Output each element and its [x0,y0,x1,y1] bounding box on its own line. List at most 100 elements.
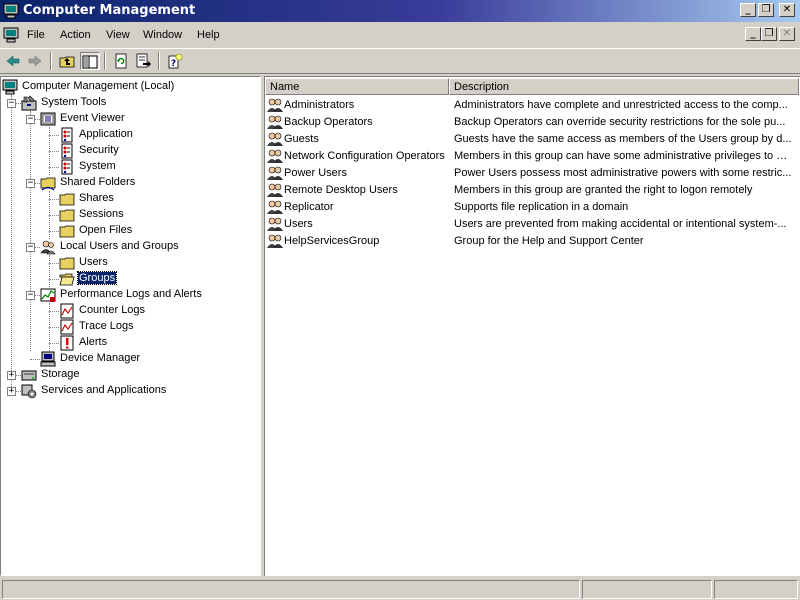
console-tree[interactable]: − − − − − + + Computer Management (Local… [0,76,261,576]
group-name: Backup Operators [284,116,373,128]
restore-button[interactable]: ❐ [758,3,774,17]
minimize-button[interactable]: _ [740,3,756,17]
chart-log-icon [60,319,74,335]
collapse-shared-folders[interactable]: − [26,179,35,188]
tree-item-label: Event Viewer [60,112,125,124]
computer-management-icon [3,3,19,19]
group-description: Users are prevented from making accident… [454,218,787,230]
collapse-performance-logs[interactable]: − [26,291,35,300]
group-name: Administrators [284,99,355,111]
log-icon [61,127,73,143]
tree-connector [49,199,59,200]
menu-action[interactable]: Action [60,29,91,41]
group-name: Network Configuration Operators [284,150,445,162]
table-row[interactable]: HelpServicesGroup Group for the Help and… [265,233,799,250]
mdi-minimize-button[interactable]: _ [745,27,761,41]
table-row[interactable]: Power Users Power Users possess most adm… [265,165,799,182]
help-icon: ? [168,53,183,69]
tree-connector [30,111,31,351]
tree-connector [49,255,50,287]
show-hide-tree-button[interactable] [80,52,100,70]
group-icon [267,132,283,146]
table-row[interactable]: Backup Operators Backup Operators can ov… [265,114,799,131]
show-hide-tree-icon [82,55,98,69]
group-icon [267,166,283,180]
column-header-name[interactable]: Name [265,78,449,95]
status-panel-main [2,580,580,599]
forward-arrow-icon [28,55,42,67]
tree-connector [49,215,59,216]
tree-item-label: Alerts [79,336,108,348]
tree-item-label: Services and Applications [41,384,167,396]
tree-connector [49,167,59,168]
chart-log-icon [60,303,74,319]
tree-item-label: Counter Logs [79,304,146,316]
tree-item-label: Security [79,144,119,156]
alert-icon [60,335,74,351]
group-description: Members in this group are granted the ri… [454,184,753,196]
collapse-system-tools[interactable]: − [7,99,16,108]
details-list[interactable]: Name Description Administrators Administ… [264,76,800,576]
mdi-restore-button[interactable]: ❐ [761,27,777,41]
tree-connector [11,95,12,389]
expand-storage[interactable]: + [7,371,16,380]
toolbox-icon [21,95,37,111]
refresh-button[interactable] [111,52,131,70]
event-viewer-icon [40,112,56,126]
menu-file[interactable]: File [27,29,45,41]
table-row[interactable]: Administrators Administrators have compl… [265,97,799,114]
collapse-event-viewer[interactable]: − [26,115,35,124]
up-one-level-icon [59,56,75,68]
menu-help[interactable]: Help [197,29,220,41]
group-icon [267,115,283,129]
tree-item-label: Sessions [79,208,124,220]
services-icon [21,384,37,399]
status-bar [0,578,800,600]
close-button[interactable]: ✕ [779,3,795,17]
toolbar-separator [158,52,160,70]
folder-icon [59,257,75,270]
table-row[interactable]: Guests Guests have the same access as me… [265,131,799,148]
mdi-close-button[interactable]: ✕ [779,27,795,41]
title-bar[interactable]: Computer Management _ ❐ ✕ [0,0,800,22]
tree-item-label: System [79,160,116,172]
svg-text:?: ? [171,59,176,69]
export-list-button[interactable] [133,52,153,70]
window-title: Computer Management [23,3,196,18]
tree-item-label: Open Files [79,224,133,236]
table-row[interactable]: Remote Desktop Users Members in this gro… [265,182,799,199]
folder-icon [59,209,75,222]
tree-item-label: System Tools [41,96,107,108]
menu-view[interactable]: View [106,29,130,41]
group-icon [267,183,283,197]
menu-window[interactable]: Window [143,29,182,41]
open-folder-icon [59,273,75,286]
group-description: Group for the Help and Support Center [454,235,644,247]
expand-services-applications[interactable]: + [7,387,16,396]
table-row[interactable]: Network Configuration Operators Members … [265,148,799,165]
table-row[interactable]: Replicator Supports file replication in … [265,199,799,216]
toolbar: ? [0,48,800,74]
tree-item-label: Performance Logs and Alerts [60,288,202,300]
help-button[interactable]: ? [165,52,185,70]
group-name: Guests [284,133,319,145]
up-one-level-button[interactable] [57,52,77,70]
group-icon [267,200,283,214]
status-panel [582,580,712,599]
tree-connector [49,135,59,136]
column-header-description[interactable]: Description [449,78,799,95]
collapse-local-users-groups[interactable]: − [26,243,35,252]
group-icon [267,234,283,248]
table-row[interactable]: Users Users are prevented from making ac… [265,216,799,233]
tree-item-label: Local Users and Groups [60,240,179,252]
back-arrow-icon [6,55,20,67]
status-panel [714,580,798,599]
group-name: Power Users [284,167,347,179]
tree-connector [49,311,59,312]
forward-button[interactable] [25,52,45,70]
group-name: Remote Desktop Users [284,184,398,196]
back-button[interactable] [3,52,23,70]
computer-management-icon[interactable] [2,26,20,44]
performance-icon [40,288,56,302]
shared-folder-icon [40,177,56,191]
